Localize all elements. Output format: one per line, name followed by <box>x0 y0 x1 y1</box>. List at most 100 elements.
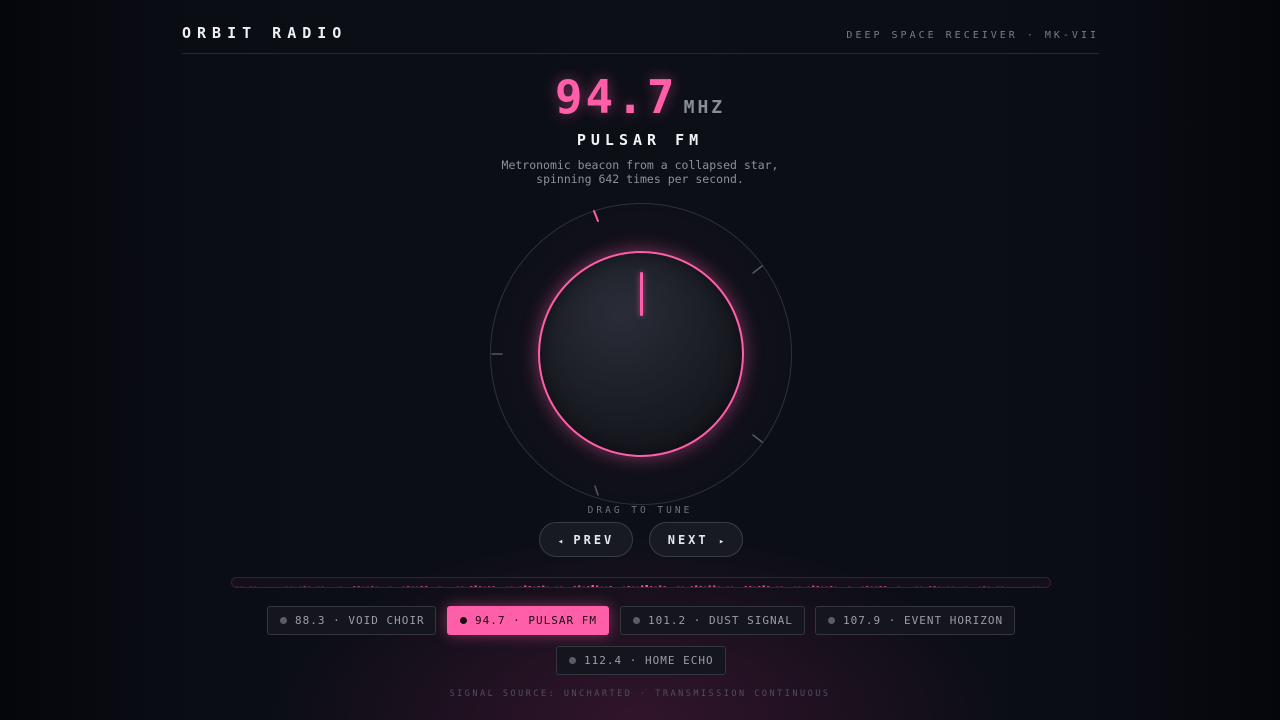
spectrum-bar <box>708 585 711 587</box>
spectrum-bar <box>961 588 963 589</box>
spectrum-bar <box>339 586 342 587</box>
spectrum-bar <box>717 586 720 587</box>
spectrum-bar <box>461 586 464 587</box>
spectrum-bar <box>853 587 855 588</box>
spectrum-bar <box>965 586 968 587</box>
spectrum-bar <box>285 586 288 587</box>
spectrum-bar <box>344 587 346 588</box>
dial-position-marker <box>593 210 599 222</box>
spectrum-bar <box>443 587 445 588</box>
spectrum-bar <box>830 586 833 587</box>
preset-button[interactable]: 112.4 · HOME ECHO <box>556 646 726 675</box>
spectrum-bar <box>772 587 774 588</box>
spectrum-bar <box>290 586 293 587</box>
spectrum-bar <box>596 585 599 587</box>
spectrum-bar <box>502 588 504 589</box>
preset-button[interactable]: 107.9 · EVENT HORIZON <box>815 606 1015 635</box>
spectrum-bar <box>326 587 328 588</box>
spectrum-bar <box>812 585 815 587</box>
preset-label: 88.3 · VOID CHOIR <box>295 614 425 627</box>
spectrum-bar <box>385 587 387 588</box>
dial-tick <box>752 434 763 443</box>
spectrum-bar <box>1024 588 1026 589</box>
spectrum-bar <box>844 587 846 588</box>
spectrum-bar <box>889 587 891 588</box>
spectrum-bar <box>546 586 549 587</box>
spectrum-bar <box>925 587 927 588</box>
spectrum-bar <box>681 586 684 587</box>
spectrum-bar <box>758 586 761 587</box>
station-description: Metronomic beacon from a collapsed star,… <box>440 158 840 186</box>
spectrum-bar <box>349 587 351 588</box>
spectrum-bar <box>380 588 382 589</box>
spectrum-bar <box>825 586 828 587</box>
spectrum-bar <box>249 586 252 587</box>
preset-label: 107.9 · EVENT HORIZON <box>843 614 1004 627</box>
spectrum-bar <box>272 587 274 588</box>
dot-icon <box>828 617 835 624</box>
frequency-value: 94.7 <box>554 70 678 124</box>
spectrum-bar <box>987 586 990 587</box>
spectrum-bar <box>488 586 491 587</box>
spectrum-bar <box>394 587 396 588</box>
spectrum-bar <box>452 587 454 588</box>
spectrum-bar <box>425 586 428 587</box>
spectrum-bar <box>236 586 239 587</box>
spectrum-bar <box>263 587 265 588</box>
tuning-dial[interactable] <box>490 203 792 505</box>
spectrum-bar <box>677 586 680 587</box>
spectrum-bar <box>627 586 630 587</box>
spectrum-bar <box>407 586 410 587</box>
next-button[interactable]: NEXT ▸ <box>649 522 743 557</box>
spectrum-bar <box>438 586 441 587</box>
spectrum-bar <box>303 586 306 587</box>
spectrum-bar <box>943 587 945 588</box>
spectrum-bar <box>992 587 994 588</box>
spectrum-bar <box>690 586 693 587</box>
spectrum-bar <box>335 587 337 588</box>
spectrum-bar <box>915 586 918 587</box>
spectrum-bar <box>434 587 436 588</box>
spectrum-bar <box>1037 586 1040 587</box>
spectrum-bar <box>573 586 576 587</box>
spectrum-bar <box>956 588 958 589</box>
spectrum-bar <box>492 586 495 587</box>
preset-label: 94.7 · PULSAR FM <box>475 614 597 627</box>
spectrum-bar <box>614 587 616 588</box>
spectrum-bar <box>790 588 792 589</box>
spectrum-bar <box>996 586 999 587</box>
spectrum-bar <box>519 586 522 587</box>
spectrum-bar <box>978 586 981 587</box>
spectrum-bar <box>807 586 810 587</box>
spectrum-bar <box>875 586 878 587</box>
prev-button[interactable]: ◂ PREV <box>539 522 633 557</box>
tuning-knob[interactable] <box>538 251 744 457</box>
spectrum-bar <box>416 586 419 587</box>
top-bar: ORBIT RADIO DEEP SPACE RECEIVER · MK-VII <box>182 0 1099 54</box>
spectrum-bar <box>456 586 459 587</box>
spectrum-bar <box>560 586 563 587</box>
spectrum-bar <box>794 586 797 587</box>
spectrum-bar <box>803 587 805 588</box>
preset-button-active[interactable]: 94.7 · PULSAR FM <box>447 606 609 635</box>
drag-hint: DRAG TO TUNE <box>587 505 693 516</box>
spectrum-bar <box>555 586 558 587</box>
preset-button[interactable]: 88.3 · VOID CHOIR <box>267 606 436 635</box>
signal-spectrum <box>231 577 1051 588</box>
spectrum-bar <box>515 587 517 588</box>
spectrum-bar <box>430 587 432 588</box>
spectrum-bar <box>857 587 859 588</box>
spectrum-bar <box>798 586 801 587</box>
spectrum-bar <box>970 587 972 588</box>
spectrum-bar <box>974 587 976 588</box>
spectrum-bar <box>371 586 374 587</box>
spectrum-bar <box>650 586 653 587</box>
spectrum-bar <box>474 585 477 587</box>
spectrum-bar <box>353 586 356 587</box>
spectrum-bar <box>938 586 941 587</box>
spectrum-bar <box>673 587 675 588</box>
preset-button[interactable]: 101.2 · DUST SIGNAL <box>620 606 805 635</box>
spectrum-bar <box>600 586 603 587</box>
spectrum-bar <box>731 586 734 587</box>
spectrum-bar <box>375 586 378 587</box>
